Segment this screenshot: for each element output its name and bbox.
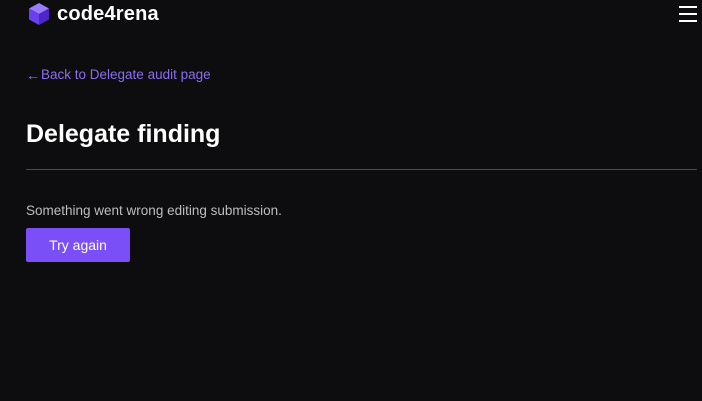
error-message: Something went wrong editing submission. <box>26 203 282 218</box>
divider <box>26 169 697 170</box>
cube-logo-icon <box>29 3 49 25</box>
back-to-audit-link[interactable]: ← Back to Delegate audit page <box>26 66 211 84</box>
brand-name: code4rena <box>57 3 159 25</box>
arrow-left-icon: ← <box>26 67 40 83</box>
page-title: Delegate finding <box>26 120 221 148</box>
try-again-button[interactable]: Try again <box>26 228 130 262</box>
back-link-label: Back to Delegate audit page <box>41 67 211 82</box>
page: code4rena ← Back to Delegate audit page … <box>0 0 702 401</box>
top-navbar: code4rena <box>0 0 702 30</box>
home-logo-link[interactable]: code4rena <box>27 2 159 26</box>
hamburger-menu-icon[interactable] <box>678 4 698 24</box>
